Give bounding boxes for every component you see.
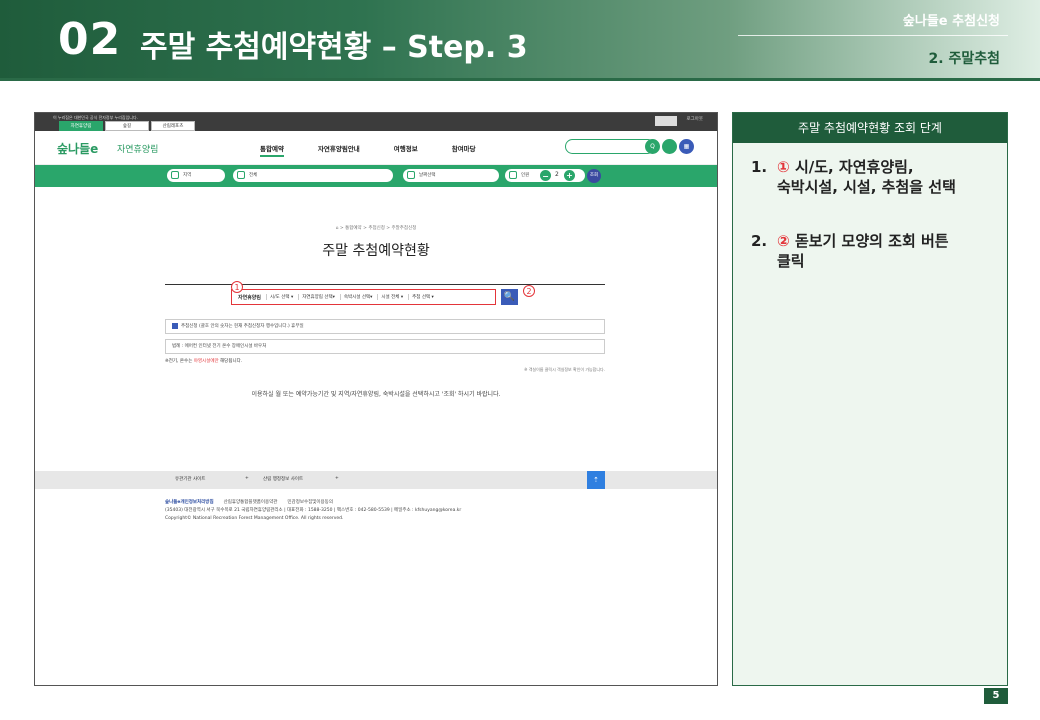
callout-badge-1: 1 <box>231 281 243 293</box>
callout-badge-2: 2 <box>523 285 535 297</box>
lottery-info-box: 추첨신청 (괄호 안의 숫자는 현재 추첨신청자 행수입니다.) 휴무일 <box>165 319 605 334</box>
section-number: 02 <box>58 14 122 65</box>
step-2: 2. ② 돋보기 모양의 조회 버튼 클릭 <box>751 232 949 270</box>
logout-link[interactable]: 로그아웃 <box>686 116 703 122</box>
people-icon <box>509 171 517 179</box>
related-sites-plus[interactable]: + <box>245 476 249 481</box>
lottery-square-icon <box>172 322 178 329</box>
lodging-select[interactable]: 숙박시설 선택▾ <box>339 294 372 300</box>
utility-note: ※전기, 온수는 야영시설에만 해당됩니다. <box>165 359 243 364</box>
legend-box: 범례 : 에어컨 인터넷 전기 온수 장애인시설 바우처 <box>165 339 605 354</box>
terms-link[interactable]: 산림휴양통합플랫폼이용약관 <box>224 500 278 505</box>
address-text: (35403) 대전광역시 서구 북수목로 21 국립자연휴양림관리소 | 대표… <box>165 508 462 513</box>
header-divider <box>738 35 1008 36</box>
site-tabs: 자연휴양림 숲길 산림레포츠 <box>59 121 195 131</box>
nav-item-forest-guide[interactable]: 자연휴양림안내 <box>318 143 360 157</box>
filter-bar: 자연휴양림 시/도 선택 ▾ 자연휴양림 선택▾ 숙박시설 선택▾ 시설 전체 … <box>231 289 496 305</box>
instruction-panel: 주말 추첨예약현황 조회 단계 1. ① 시/도, 자연휴양림, 숙박시설, 시설… <box>732 112 1008 686</box>
related-sites-link[interactable]: 유관기관 사이트 <box>175 476 205 482</box>
copyright-text: Copyright© National Recreation Forest Ma… <box>165 516 344 521</box>
category-label: 숲나들e 추첨신청 <box>902 14 1000 29</box>
footer-info: 숲나들e개인정보처리방침 산림휴양통합플랫폼이용약관 민감정보수집및이용동의 (35… <box>165 499 461 523</box>
quick-search-button[interactable]: 조회 <box>587 169 601 183</box>
page-title: 주말 추첨예약현황 <box>322 243 430 259</box>
footer-links-bar: 유관기관 사이트 + 산림 행정정보 사이트 + <box>35 471 717 489</box>
facility-select[interactable]: 시설 전체 ▾ <box>377 294 403 300</box>
lottery-select[interactable]: 추첨 선택 ▾ <box>408 294 434 300</box>
site-logo[interactable]: 숲나들e <box>57 140 98 157</box>
province-select[interactable]: 시/도 선택 ▾ <box>266 294 293 300</box>
menu-grid-icon[interactable]: ▦ <box>679 139 694 154</box>
calendar-icon <box>407 171 415 179</box>
forest-select[interactable]: 전체 <box>233 169 393 182</box>
sensitive-info-link[interactable]: 민감정보수집및이용동의 <box>287 500 333 505</box>
nav-item-travel-info[interactable]: 여행정보 <box>394 143 418 157</box>
site-search-input[interactable] <box>565 139 655 154</box>
admin-sites-plus[interactable]: + <box>335 476 339 481</box>
privacy-policy-link[interactable]: 숲나들e개인정보처리방침 <box>165 500 214 505</box>
guest-count: 2 <box>555 171 559 178</box>
instruction-message: 이용하실 월 또는 예약가능기간 및 지역/자연휴양림, 숙박시설을 선택하시고… <box>251 391 501 398</box>
scroll-top-button[interactable]: ⇡ <box>587 471 605 489</box>
date-select[interactable]: 날짜선택 <box>403 169 499 182</box>
website-screenshot: 이 누리집은 대한민국 공식 전자정부 누리집입니다. 로그아웃 자연휴양림 숲… <box>34 112 718 686</box>
region-icon <box>171 171 179 179</box>
nav-item-integrated-booking[interactable]: 통합예약 <box>260 143 284 157</box>
admin-sites-link[interactable]: 산림 행정정보 사이트 <box>263 476 303 482</box>
nav-menu: 통합예약 자연휴양림안내 여행정보 참여마당 <box>260 143 476 157</box>
breadcrumb: ⌂ > 통합예약 > 추첨신청 > 주말추첨신청 <box>335 226 417 231</box>
tab-forest-trail[interactable]: 숲길 <box>105 121 149 131</box>
search-icon[interactable]: Q <box>645 139 660 154</box>
tab-recreation-forest[interactable]: 자연휴양림 <box>59 121 103 131</box>
nav-item-community[interactable]: 참여마당 <box>452 143 476 157</box>
forest-dropdown[interactable]: 자연휴양림 선택▾ <box>298 294 335 300</box>
page-number: 5 <box>984 688 1008 704</box>
recommend-icon[interactable] <box>662 139 677 154</box>
quick-search-bar: 지역 전체 날짜선택 인원 − 2 + 조회 <box>35 165 717 187</box>
panel-title: 주말 추첨예약현황 조회 단계 <box>733 113 1007 143</box>
step-1: 1. ① 시/도, 자연휴양림, 숙박시설, 시설, 추첨을 선택 <box>751 158 956 196</box>
home-icon <box>237 171 245 179</box>
header-underline <box>0 78 1040 81</box>
region-select[interactable]: 지역 <box>167 169 225 182</box>
site-logo-sub: 자연휴양림 <box>117 145 159 155</box>
minus-button[interactable]: − <box>540 170 551 181</box>
filter-label: 자연휴양림 <box>238 294 262 301</box>
user-box[interactable] <box>655 116 677 126</box>
main-nav: 숲나들e 자연휴양림 통합예약 자연휴양림안내 여행정보 참여마당 Q ▦ <box>35 131 717 165</box>
section-title: 주말 추첨예약현황 – Step. 3 <box>140 30 528 65</box>
subcategory-label: 2. 주말추첨 <box>928 51 1000 67</box>
magnifier-search-button[interactable]: 🔍 <box>501 289 518 305</box>
plus-button[interactable]: + <box>564 170 575 181</box>
room-info-note: ※ 객실이름 클릭시 객실정보 확인이 가능합니다. <box>524 367 605 372</box>
tab-forest-sports[interactable]: 산림레포츠 <box>151 121 195 131</box>
